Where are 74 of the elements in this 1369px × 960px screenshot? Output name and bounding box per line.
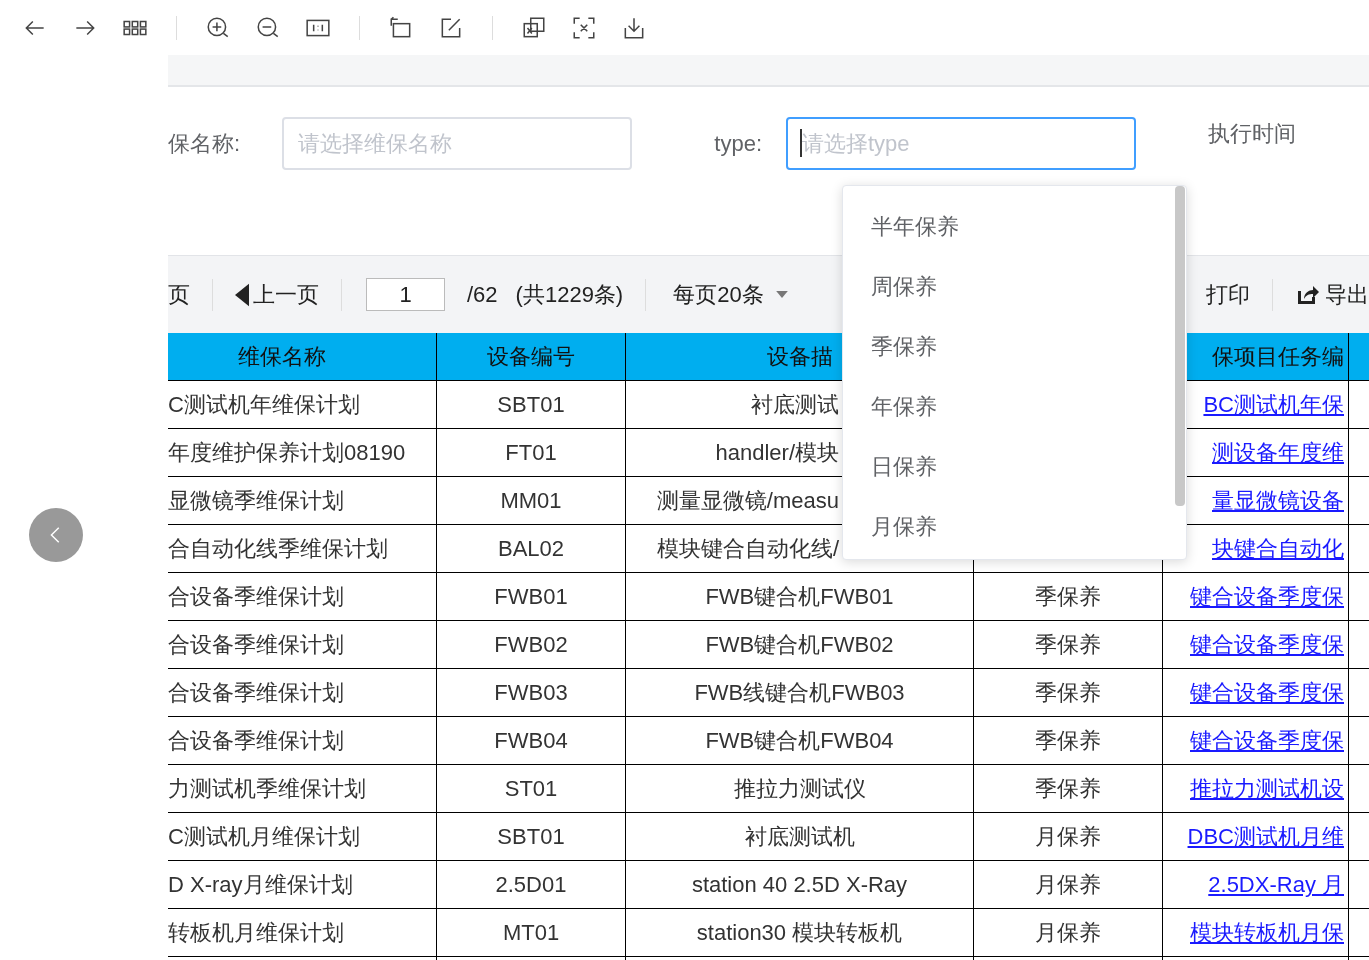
table-cell: FWB02 <box>437 621 626 668</box>
table-cell: FT01 <box>437 429 626 476</box>
table-cell: SBT01 <box>437 381 626 428</box>
table-cell: 推拉力测试仪 <box>626 765 974 812</box>
table-cell: station30 模块转板机 <box>626 909 974 956</box>
table-cell: 季保养 <box>974 717 1163 764</box>
task-link[interactable]: 块键合自动化 <box>1212 532 1344 565</box>
table-cell: FWB04 <box>437 717 626 764</box>
table-cell: 合设备季维保计划 <box>168 621 437 668</box>
table-cell: ST01 <box>437 765 626 812</box>
scan-text-icon[interactable] <box>571 14 597 41</box>
table-cell: FWB线键合机FWB03 <box>626 669 974 716</box>
table-cell: 衬底测试机 <box>626 813 974 860</box>
task-link[interactable]: 键合设备季度保 <box>1190 724 1344 757</box>
table-cell: MT01 <box>437 909 626 956</box>
page-number-field[interactable]: 1 <box>366 278 445 311</box>
table-cell: 合设备季维保计划 <box>168 669 437 716</box>
column-header: 设备编号 <box>437 333 626 380</box>
table-cell: 合设备季维保计划 <box>168 717 437 764</box>
table-cell: C测试机月维保计划 <box>168 813 437 860</box>
triangle-left-icon <box>235 282 249 307</box>
scrollbar[interactable] <box>1175 186 1185 506</box>
table-cell: 合设备季维保计划 <box>168 573 437 620</box>
table-cell: FWB键合机FWB04 <box>626 717 974 764</box>
task-link[interactable]: 键合设备季度保 <box>1190 628 1344 661</box>
record-count: (共1229条) <box>515 281 624 309</box>
table-cell: 月保养 <box>974 909 1163 956</box>
table-cell: C测试机年维保计划 <box>168 381 437 428</box>
task-link[interactable]: 量显微镜设备 <box>1212 484 1344 517</box>
task-link[interactable]: 键合设备季度保 <box>1190 676 1344 709</box>
table-cell: 季保养 <box>974 621 1163 668</box>
table-cell: MM01 <box>437 477 626 524</box>
caret-icon <box>775 291 788 298</box>
field-label: 执行时间 <box>1208 120 1296 148</box>
table-cell: D X-ray月维保计划 <box>168 861 437 908</box>
table-cell: 显微镜季维保计划 <box>168 477 437 524</box>
task-link[interactable]: 2.5DX-Ray 月 <box>1208 868 1344 901</box>
select-field[interactable]: 请选择type <box>786 117 1136 170</box>
table-cell: BAL02 <box>437 525 626 572</box>
export-button[interactable]: 导出 <box>1295 278 1369 311</box>
text-cursor <box>800 129 802 157</box>
table-cell: 季保养 <box>974 573 1163 620</box>
task-link[interactable]: 推拉力测试机设 <box>1190 772 1344 805</box>
task-link[interactable]: 模块转板机月保 <box>1190 916 1344 949</box>
table-cell: 月保养 <box>974 813 1163 860</box>
page-total: /62 <box>467 281 498 309</box>
table-cell: station 40 2.5D X-Ray <box>626 861 974 908</box>
previous-page-button[interactable]: 上一页 <box>235 278 319 311</box>
pager-link[interactable]: 页 <box>168 278 190 311</box>
table-cell: 月保养 <box>974 861 1163 908</box>
task-link[interactable]: 键合设备季度保 <box>1190 580 1344 613</box>
field-label: type: <box>713 130 762 158</box>
table-cell: 力测试机季维保计划 <box>168 765 437 812</box>
table-cell: 季保养 <box>974 765 1163 812</box>
task-link[interactable]: DBC测试机月维 <box>1187 820 1344 853</box>
dropdown-option[interactable]: 周保养 <box>843 256 1175 316</box>
table-cell: 季保养 <box>974 669 1163 716</box>
table-cell: FWB01 <box>437 573 626 620</box>
table-cell: 合自动化线季维保计划 <box>168 525 437 572</box>
table-cell: FWB03 <box>437 669 626 716</box>
table-cell: FWB键合机FWB01 <box>626 573 974 620</box>
page-size-select[interactable]: 每页20条 <box>673 278 788 311</box>
table-cell: SBT01 <box>437 813 626 860</box>
table-cell: FWB键合机FWB02 <box>626 621 974 668</box>
task-link[interactable]: BC测试机年保 <box>1203 388 1344 421</box>
previous-button[interactable] <box>29 508 83 562</box>
table-cell: 年度维护保养计划08190 <box>168 429 437 476</box>
field-label: 保名称: <box>168 130 242 158</box>
table-cell: 转板机月维保计划 <box>168 909 437 956</box>
column-header: 维保名称 <box>168 333 437 380</box>
table-cell: 2.5D01 <box>437 861 626 908</box>
task-link[interactable]: 测设备年度维 <box>1212 436 1344 469</box>
print-button[interactable]: 打印 <box>1206 278 1250 311</box>
dropdown-option[interactable]: 半年保养 <box>843 196 1175 256</box>
